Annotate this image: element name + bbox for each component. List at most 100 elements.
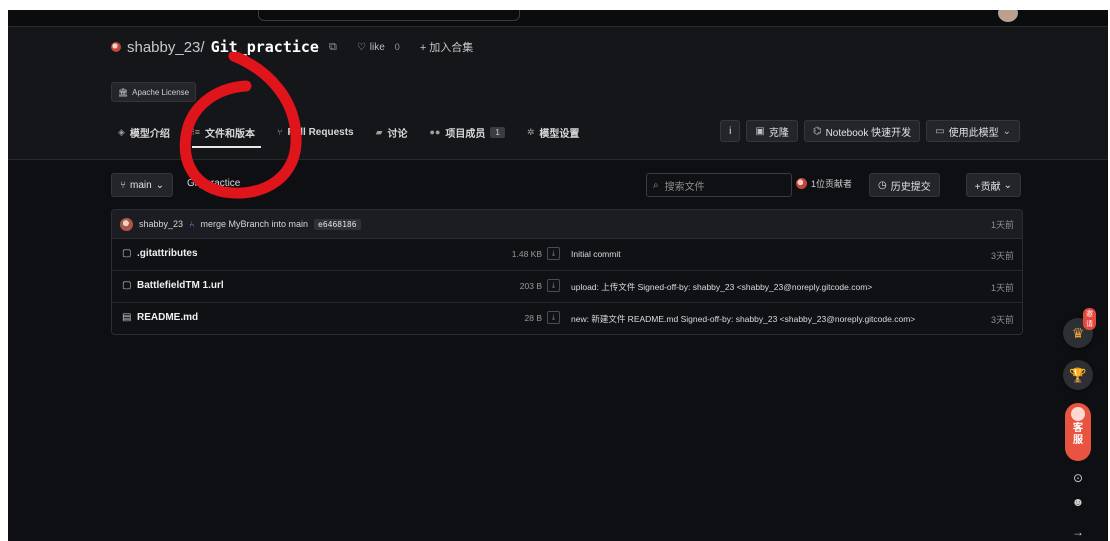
clone-label: 克隆 xyxy=(768,127,789,139)
repo-tabs: ◈ 模型介绍 ⁝≡ 文件和版本 ⑂ Pull Requests ▰ 讨论 ●● … xyxy=(118,120,601,148)
license-badge[interactable]: 🏛 Apache License xyxy=(111,82,197,102)
tab-label: 讨论 xyxy=(387,128,408,140)
file-size: 203 B xyxy=(519,281,542,291)
use-model-button[interactable]: ▭ 使用此模型 ⌄ xyxy=(926,120,1020,142)
tab-label: 项目成员 xyxy=(445,128,486,140)
notebook-button[interactable]: ⌬ Notebook 快速开发 xyxy=(803,120,921,142)
clone-button[interactable]: ▣ 克隆 xyxy=(746,120,798,142)
file-search-input[interactable]: ⌕ 搜索文件 xyxy=(646,173,792,197)
contribute-label: +贡献 xyxy=(974,181,1001,193)
file-name[interactable]: .gitattributes xyxy=(137,248,198,259)
tab-files-and-versions[interactable]: ⁝≡ 文件和版本 xyxy=(191,120,262,148)
trophy-button[interactable]: 🏆 xyxy=(1063,360,1093,390)
document-icon: ▤ xyxy=(122,312,132,323)
file-size: 28 B xyxy=(524,313,543,323)
tab-label: 文件和版本 xyxy=(205,128,256,140)
files-icon: ⁝≡ xyxy=(191,126,201,137)
monitor-icon: ▭ xyxy=(935,125,945,137)
download-icon[interactable]: ⤓ xyxy=(547,311,560,324)
help-icon[interactable]: ⊙ xyxy=(1068,468,1088,488)
file-row[interactable]: ▤ README.md 28 B ⤓ new: 新建文件 README.md S… xyxy=(112,303,1022,334)
contribute-button[interactable]: +贡献 ⌄ xyxy=(965,173,1021,197)
tab-model-settings[interactable]: ✲ 模型设置 xyxy=(527,120,580,144)
repo-actions: i ▣ 克隆 ⌬ Notebook 快速开发 ▭ 使用此模型 ⌄ xyxy=(720,120,1020,142)
tab-members[interactable]: ●● 项目成员 1 xyxy=(430,120,505,144)
customer-service-button[interactable]: 客 服 xyxy=(1065,403,1091,461)
bank-icon: 🏛 xyxy=(118,87,129,97)
clock-icon: ◷ xyxy=(878,179,887,191)
file-toolbar: ⑂ main ⌄ Git_practice ⌕ 搜索文件 1位贡献者 ◷ 历史提… xyxy=(111,173,1021,197)
pull-request-icon: ⑂ xyxy=(277,127,283,137)
tab-label: 模型介绍 xyxy=(129,128,170,140)
commit-hash[interactable]: e6468186 xyxy=(314,218,361,230)
notebook-icon: ⌬ xyxy=(812,125,822,137)
branch-name: main xyxy=(130,179,152,191)
branch-selector[interactable]: ⑂ main ⌄ xyxy=(111,173,174,197)
file-name[interactable]: README.md xyxy=(137,312,198,323)
contributor-avatar xyxy=(796,178,807,189)
contributors-link[interactable]: 1位贡献者 xyxy=(796,177,852,190)
history-button[interactable]: ◷ 历史提交 xyxy=(869,173,940,197)
crown-icon: ♛ xyxy=(1071,324,1085,341)
latest-commit-row: shabby_23 ⑃ merge MyBranch into main e64… xyxy=(112,210,1022,239)
user-avatar[interactable] xyxy=(998,10,1018,22)
file-list: shabby_23 ⑃ merge MyBranch into main e64… xyxy=(111,209,1023,335)
headset-icon xyxy=(1071,407,1085,421)
kefu-label-2: 服 xyxy=(1073,435,1083,446)
license-label: Apache License xyxy=(132,87,190,97)
tab-pull-requests[interactable]: ⑂ Pull Requests xyxy=(277,120,354,144)
tab-label: Pull Requests xyxy=(287,126,354,138)
branch-icon: ⑂ xyxy=(120,179,126,191)
use-model-label: 使用此模型 xyxy=(948,127,999,139)
file-time: 3天前 xyxy=(990,251,1014,261)
repo-name-link[interactable]: Git_practice xyxy=(211,38,319,56)
copy-icon[interactable]: ⧉ xyxy=(329,41,337,54)
chevron-down-icon: ⌄ xyxy=(1003,179,1012,191)
commit-author[interactable]: shabby_23 xyxy=(139,219,183,229)
tab-model-intro[interactable]: ◈ 模型介绍 xyxy=(118,120,170,144)
repo-title: shabby_23/ Git_practice ⧉ ♡ like 0 + 加入合… xyxy=(111,36,473,58)
like-label: like xyxy=(369,41,385,53)
download-icon[interactable]: ⤓ xyxy=(547,247,560,260)
chat-icon: ▰ xyxy=(375,126,383,137)
tab-label: 模型设置 xyxy=(539,128,580,140)
file-size: 1.48 KB xyxy=(511,249,542,259)
terminal-icon: ▣ xyxy=(755,125,765,137)
file-commit-message[interactable]: Initial commit xyxy=(571,249,957,259)
commit-message[interactable]: merge MyBranch into main xyxy=(200,219,308,229)
gear-icon: ✲ xyxy=(526,126,535,137)
owner-avatar-icon xyxy=(111,42,121,52)
smile-icon[interactable]: ☻ xyxy=(1068,492,1088,512)
floating-toolbar: ♛ 邀请 🏆 客 服 ⊙ ☻ → xyxy=(1060,308,1096,541)
info-icon: i xyxy=(729,125,732,137)
file-name[interactable]: BattlefieldTM 1.url xyxy=(137,280,224,291)
trophy-icon: 🏆 xyxy=(1069,366,1087,383)
kefu-label-1: 客 xyxy=(1073,423,1083,434)
download-icon[interactable]: ⤓ xyxy=(547,279,560,292)
search-icon: ⌕ xyxy=(653,179,659,191)
file-commit-message[interactable]: new: 新建文件 README.md Signed-off-by: shabb… xyxy=(571,313,957,325)
add-to-collection-button[interactable]: + 加入合集 xyxy=(420,39,473,55)
notebook-label: Notebook 快速开发 xyxy=(825,127,912,139)
repo-owner-link[interactable]: shabby_23/ xyxy=(127,39,205,56)
global-search-input[interactable] xyxy=(258,10,520,21)
breadcrumb[interactable]: Git_practice xyxy=(187,178,240,189)
info-button[interactable]: i xyxy=(720,120,741,142)
file-commit-message[interactable]: upload: 上传文件 Signed-off-by: shabby_23 <s… xyxy=(571,281,957,293)
arrow-right-icon[interactable]: → xyxy=(1068,522,1088,541)
app-window: shabby_23/ Git_practice ⧉ ♡ like 0 + 加入合… xyxy=(8,10,1108,541)
cube-icon: ◈ xyxy=(118,126,125,137)
search-placeholder: 搜索文件 xyxy=(664,181,705,193)
members-icon: ●● xyxy=(429,127,441,137)
file-row[interactable]: ▢ .gitattributes 1.48 KB ⤓ Initial commi… xyxy=(112,239,1022,271)
members-count-badge: 1 xyxy=(490,126,505,138)
commit-time: 1天前 xyxy=(990,219,1014,230)
like-button[interactable]: ♡ like 0 xyxy=(357,42,400,53)
heart-icon: ♡ xyxy=(356,41,366,53)
file-time: 1天前 xyxy=(990,283,1014,293)
author-avatar xyxy=(120,217,133,231)
chevron-down-icon: ⌄ xyxy=(1002,125,1011,137)
tab-discussion[interactable]: ▰ 讨论 xyxy=(376,120,408,144)
merge-icon: ⑃ xyxy=(189,219,195,229)
file-row[interactable]: ▢ BattlefieldTM 1.url 203 B ⤓ upload: 上传… xyxy=(112,271,1022,303)
